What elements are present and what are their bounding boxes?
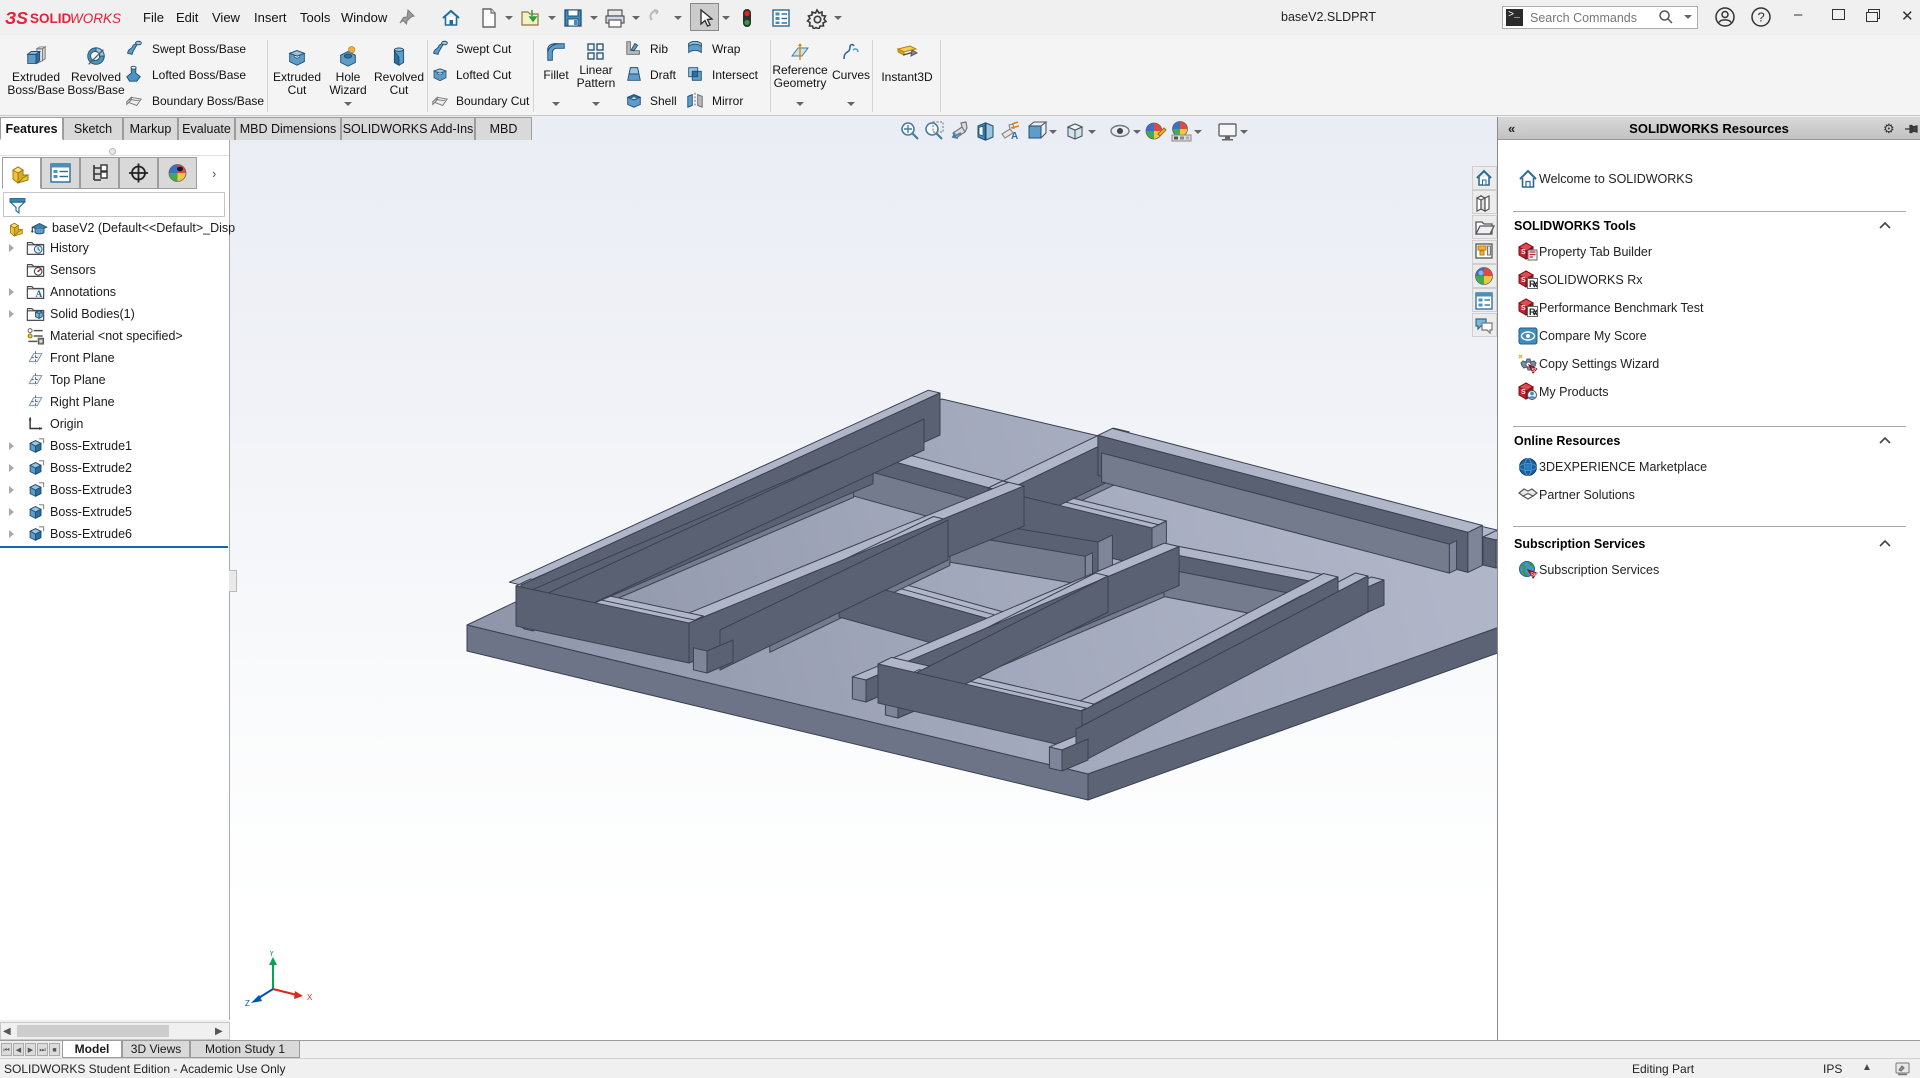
svg-text:SOLID: SOLID — [30, 11, 72, 26]
svg-text:S: S — [1521, 249, 1526, 256]
svg-text:S: S — [1521, 389, 1526, 396]
svg-text:WORKS: WORKS — [70, 11, 121, 26]
svg-text:S: S — [1521, 305, 1526, 312]
svg-text:SW: SW — [1531, 573, 1539, 579]
svg-text:Y: Y — [269, 951, 275, 958]
svg-text:?: ? — [1758, 10, 1765, 25]
svg-text:S: S — [1521, 277, 1526, 284]
svg-text:A: A — [1011, 131, 1018, 142]
svg-text:SW: SW — [1532, 368, 1540, 374]
svg-text:ЗS: ЗS — [5, 8, 28, 28]
svg-text:Z: Z — [245, 999, 250, 1006]
svg-text:A: A — [36, 290, 43, 300]
svg-text:X: X — [307, 993, 313, 1002]
